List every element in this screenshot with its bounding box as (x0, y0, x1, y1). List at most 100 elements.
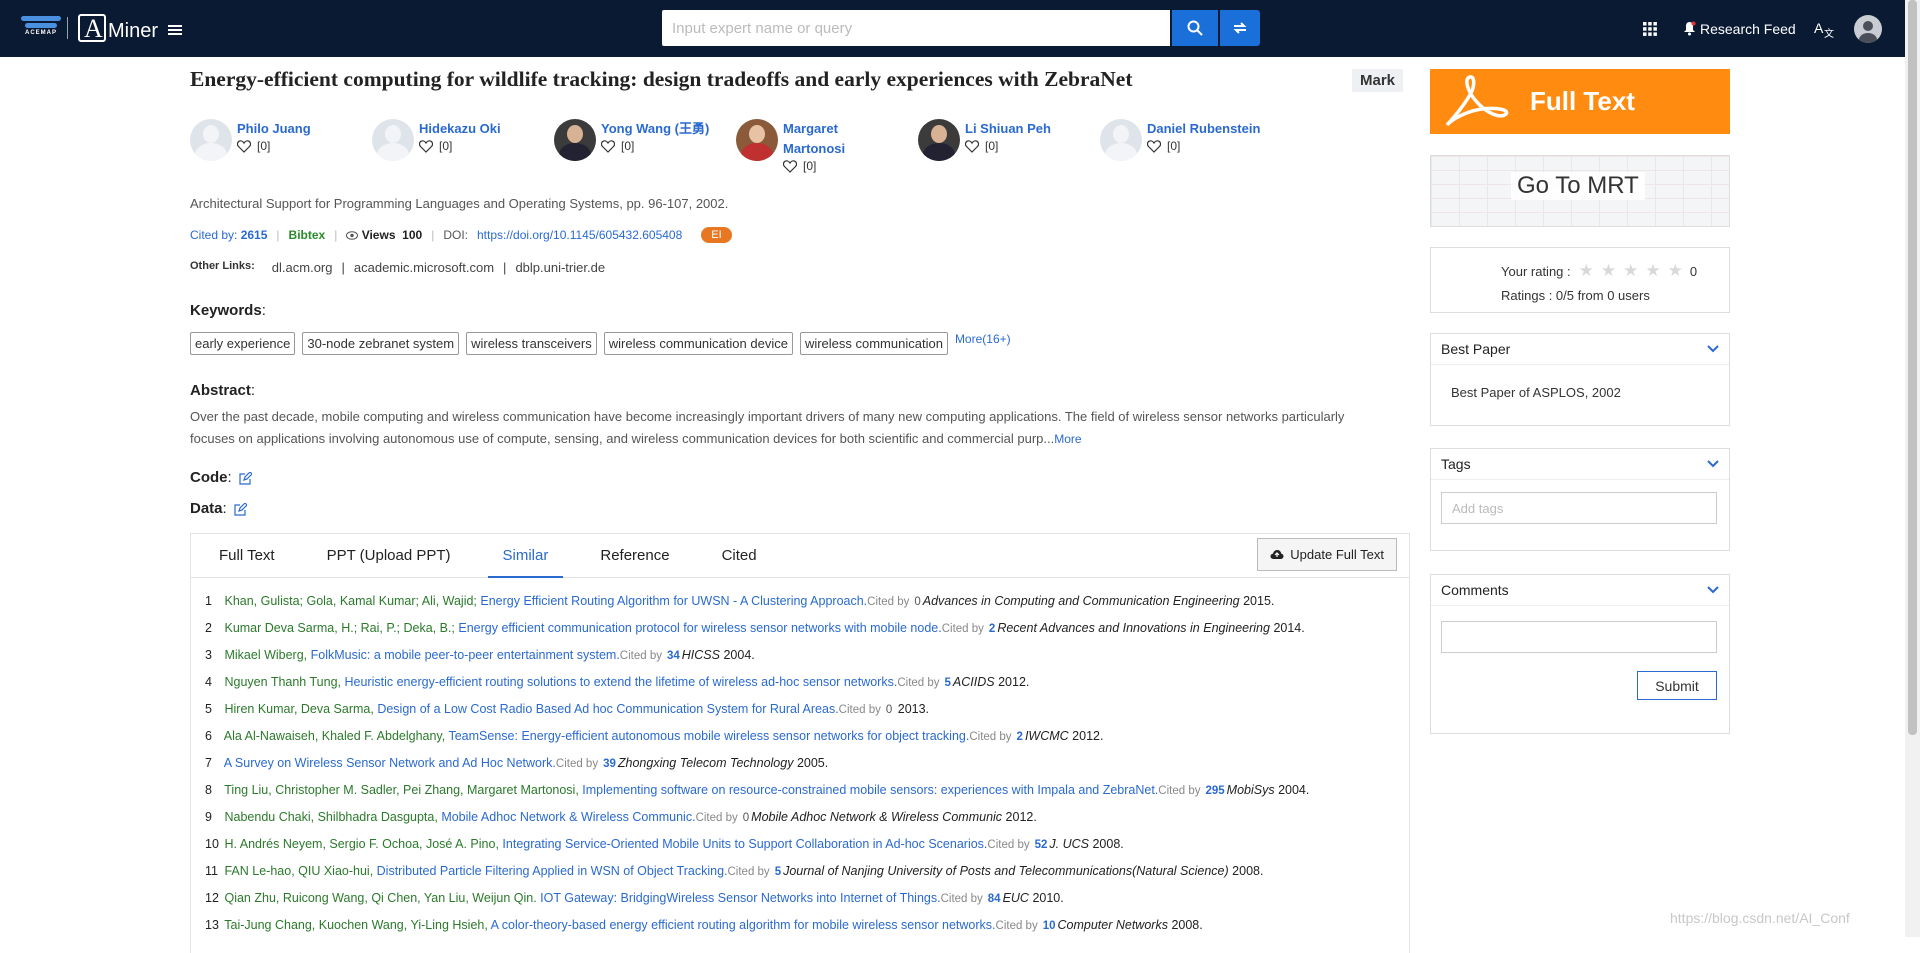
similar-row-authors[interactable]: Mikael Wiberg, (224, 648, 307, 662)
search-button[interactable] (1172, 10, 1218, 46)
similar-row-title[interactable]: Design of a Low Cost Radio Based Ad hoc … (377, 702, 838, 716)
similar-row-authors[interactable]: H. Andrés Neyem, Sergio F. Ochoa, José A… (224, 837, 498, 851)
tags-header[interactable]: Tags (1431, 449, 1729, 480)
author-like[interactable]: [0] (1147, 139, 1267, 153)
keyword-tag[interactable]: early experience (190, 332, 296, 355)
author-like[interactable]: [0] (237, 139, 357, 153)
tab-full-text[interactable]: Full Text (219, 534, 275, 578)
similar-row-authors[interactable]: Khan, Gulista; Gola, Kamal Kumar; Ali, W… (224, 594, 476, 608)
keyword-tag[interactable]: wireless communication device (603, 332, 793, 355)
similar-row-authors[interactable]: Nabendu Chaki, Shilbhadra Dasgupta, (224, 810, 437, 824)
author-name[interactable]: Daniel Rubenstein (1147, 119, 1267, 139)
author-like[interactable]: [0] (965, 139, 1085, 153)
author-avatar[interactable] (554, 119, 596, 161)
author-avatar[interactable] (372, 119, 414, 161)
tab-similar[interactable]: Similar (487, 534, 564, 578)
similar-row-cited-count[interactable]: 34 (667, 650, 680, 662)
star-rating-input[interactable]: ★★★★★ (1579, 261, 1690, 281)
keyword-tag[interactable]: 30-node zebranet system (302, 332, 460, 355)
comments-header[interactable]: Comments (1431, 575, 1729, 606)
similar-row-cited-count[interactable]: 0 (886, 704, 892, 716)
similar-row-cited-count[interactable]: 0 (743, 812, 749, 824)
doi-link[interactable]: https://doi.org/10.1145/605432.605408 (477, 228, 682, 242)
similar-row-cited-count[interactable]: 2 (989, 623, 995, 635)
similar-row-title[interactable]: Energy Efficient Routing Algorithm for U… (480, 594, 867, 608)
similar-row-cited-count[interactable]: 10 (1043, 920, 1056, 932)
scrollbar-thumb[interactable] (1908, 0, 1917, 735)
other-link[interactable]: dblp.uni-trier.de (515, 260, 605, 275)
edit-data-icon[interactable] (234, 502, 247, 516)
similar-row-authors[interactable]: Qian Zhu, Ruicong Wang, Qi Chen, Yan Liu… (224, 891, 536, 905)
author-name[interactable]: Philo Juang (237, 119, 357, 139)
author-like[interactable]: [0] (419, 139, 539, 153)
similar-row-year: 2014. (1273, 621, 1305, 635)
abstract-more-link[interactable]: More (1054, 432, 1081, 446)
language-switch-icon[interactable]: A文 (1814, 0, 1834, 57)
similar-row-title[interactable]: FolkMusic: a mobile peer-to-peer enterta… (311, 648, 620, 662)
go-to-mrt-button[interactable]: Go To MRT (1430, 155, 1730, 227)
author-name[interactable]: Yong Wang (王勇) (601, 119, 721, 139)
similar-row-title[interactable]: Integrating Service-Oriented Mobile Unit… (502, 837, 987, 851)
author-name[interactable]: Hidekazu Oki (419, 119, 539, 139)
apps-grid-icon[interactable] (1643, 0, 1657, 57)
similar-row-cited-count[interactable]: 2 (1017, 731, 1023, 743)
bibtex-link[interactable]: Bibtex (289, 228, 326, 242)
submit-comment-button[interactable]: Submit (1637, 671, 1717, 700)
edit-code-icon[interactable] (239, 471, 252, 485)
similar-row-authors[interactable]: Tai-Jung Chang, Kuochen Wang, Yi-Ling Hs… (224, 918, 488, 932)
similar-row-cited-count[interactable]: 5 (775, 866, 781, 878)
similar-row-authors[interactable]: Kumar Deva Sarma, H.; Rai, P.; Deka, B.; (224, 621, 454, 635)
similar-row-authors[interactable]: Ting Liu, Christopher M. Sadler, Pei Zha… (224, 783, 579, 797)
other-link[interactable]: dl.acm.org (272, 260, 333, 275)
keyword-tag[interactable]: wireless communication (799, 332, 948, 355)
similar-row-title[interactable]: Energy efficient communication protocol … (458, 621, 941, 635)
hamburger-menu-icon[interactable] (168, 25, 182, 35)
similar-row-authors[interactable]: Ala Al-Nawaiseh, Khaled F. Abdelghany, (224, 729, 445, 743)
keyword-tag[interactable]: wireless transceivers (466, 332, 597, 355)
other-link[interactable]: academic.microsoft.com (354, 260, 494, 275)
author-avatar[interactable] (190, 119, 232, 161)
similar-row-cited-count[interactable]: 39 (603, 758, 616, 770)
switch-search-button[interactable] (1220, 10, 1260, 46)
mark-button[interactable]: Mark (1352, 69, 1404, 92)
similar-row-cited-count[interactable]: 0 (914, 596, 920, 608)
similar-row-title[interactable]: IOT Gateway: BridgingWireless Sensor Net… (540, 891, 940, 905)
author-like[interactable]: [0] (783, 159, 903, 173)
similar-row-cited-count[interactable]: 5 (945, 677, 951, 689)
similar-row-authors[interactable]: FAN Le-hao, QIU Xiao-hui, (224, 864, 373, 878)
tab-reference[interactable]: Reference (600, 534, 669, 578)
update-full-text-button[interactable]: Update Full Text (1257, 538, 1397, 571)
comment-input[interactable] (1441, 621, 1717, 653)
similar-row-authors[interactable]: Hiren Kumar, Deva Sarma, (224, 702, 373, 716)
author-like[interactable]: [0] (601, 139, 721, 153)
similar-row-title[interactable]: TeamSense: Energy-efficient autonomous m… (448, 729, 969, 743)
similar-row-title[interactable]: A color-theory-based energy efficient ro… (491, 918, 996, 932)
similar-row-title[interactable]: Mobile Adhoc Network & Wireless Communic… (441, 810, 695, 824)
similar-row-cited-count[interactable]: 84 (988, 893, 1001, 905)
page-scrollbar[interactable] (1905, 0, 1920, 937)
research-feed-link[interactable]: Research Feed (1683, 0, 1796, 57)
add-tags-input[interactable] (1441, 492, 1717, 524)
similar-row-title[interactable]: Distributed Particle Filtering Applied i… (377, 864, 728, 878)
author-avatar[interactable] (1100, 119, 1142, 161)
search-input[interactable] (662, 10, 1170, 46)
similar-row-title[interactable]: Heuristic energy-efficient routing solut… (345, 675, 898, 689)
similar-row-cited-count[interactable]: 52 (1035, 839, 1048, 851)
acemap-logo[interactable]: ACEMAP (21, 14, 61, 44)
similar-row-cited-count[interactable]: 295 (1205, 785, 1224, 797)
cited-by-link[interactable]: Cited by: 2615 (190, 228, 267, 242)
tab-cited[interactable]: Cited (722, 534, 757, 578)
author-name[interactable]: Margaret Martonosi (783, 119, 903, 159)
aminer-logo[interactable]: A Miner (78, 14, 158, 43)
similar-row-authors[interactable]: Nguyen Thanh Tung, (224, 675, 341, 689)
similar-row-title[interactable]: Implementing software on resource-constr… (582, 783, 1158, 797)
author-name[interactable]: Li Shiuan Peh (965, 119, 1085, 139)
full-text-button[interactable]: Full Text (1430, 69, 1730, 134)
tab-ppt[interactable]: PPT (Upload PPT) (327, 534, 451, 578)
best-paper-header[interactable]: Best Paper (1431, 334, 1729, 365)
author-avatar[interactable] (918, 119, 960, 161)
author-avatar[interactable] (736, 119, 778, 161)
user-avatar[interactable] (1854, 0, 1882, 57)
similar-row-title[interactable]: A Survey on Wireless Sensor Network and … (224, 756, 556, 770)
keywords-more-link[interactable]: More(16+) (955, 332, 1011, 346)
